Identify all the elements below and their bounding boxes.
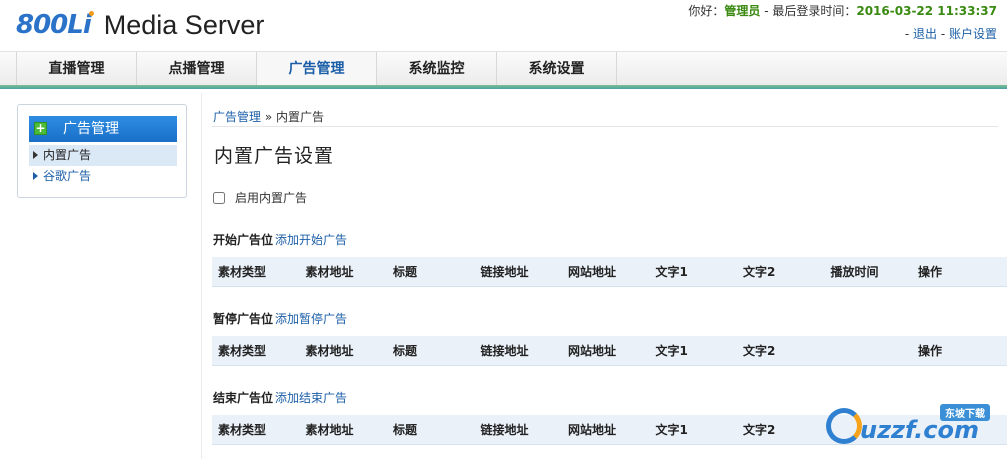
sidebar-title: 广告管理 <box>63 121 119 137</box>
breadcrumb-divider <box>212 126 998 127</box>
nav-monitor[interactable]: 系统监控 <box>377 52 497 86</box>
sidebar-item-label: 谷歌广告 <box>43 169 92 183</box>
col-header: 链接地址 <box>480 265 529 279</box>
add-pause-ad-link[interactable]: 添加暂停广告 <box>275 312 347 326</box>
col-header: 素材类型 <box>218 265 267 279</box>
link-dash-1: - <box>904 27 913 41</box>
nav-settings[interactable]: 系统设置 <box>497 52 617 86</box>
enable-checkbox[interactable] <box>213 191 225 204</box>
greeting-label: 你好： <box>688 4 725 18</box>
sidebar-item-label: 内置广告 <box>43 148 92 162</box>
section-end-ads: 结束广告位 添加结束广告 <box>213 389 347 406</box>
username: 管理员 <box>724 4 761 18</box>
col-header: 素材类型 <box>218 344 267 358</box>
col-header: 标题 <box>393 423 418 437</box>
col-header: 文字2 <box>743 265 776 279</box>
main-nav: 直播管理 点播管理 广告管理 系统监控 系统设置 <box>0 51 1007 86</box>
page-title: 内置广告设置 <box>214 145 335 167</box>
col-header: 素材地址 <box>305 265 354 279</box>
app-header: 800Li Media Server 你好：管理员 - 最后登录时间：2016-… <box>0 0 1007 50</box>
breadcrumb-sep: » <box>261 110 276 124</box>
col-header: 素材地址 <box>305 344 354 358</box>
section-label: 开始广告位 <box>213 233 274 247</box>
sidebar-item-builtin-ads[interactable]: 内置广告 <box>29 145 177 166</box>
nav-live[interactable]: 直播管理 <box>17 52 137 86</box>
nav-tabs: 直播管理 点播管理 广告管理 系统监控 系统设置 <box>16 52 617 86</box>
col-header: 文字1 <box>655 265 688 279</box>
col-header: 文字2 <box>743 423 776 437</box>
col-header: 网站地址 <box>568 265 617 279</box>
link-dash-2: - <box>940 27 949 41</box>
enable-builtin-ads[interactable]: 启用内置广告 <box>213 189 307 206</box>
breadcrumb-current: 内置广告 <box>276 110 325 124</box>
add-start-ad-link[interactable]: 添加开始广告 <box>275 233 347 247</box>
nav-vod[interactable]: 点播管理 <box>137 52 257 86</box>
sidebar: + 广告管理 内置广告 谷歌广告 <box>17 104 187 198</box>
logo-mark: 800Li <box>16 10 92 40</box>
col-header: 链接地址 <box>480 344 529 358</box>
add-end-ad-link[interactable]: 添加结束广告 <box>275 391 347 405</box>
watermark-logo: uzzf.com 东坡下载 <box>820 398 1000 448</box>
breadcrumb: 广告管理 » 内置广告 <box>213 108 324 125</box>
col-header: 链接地址 <box>480 423 529 437</box>
user-bar: 你好：管理员 - 最后登录时间：2016-03-22 11:33:37 - 退出… <box>688 2 997 43</box>
col-header: 标题 <box>393 265 418 279</box>
sidebar-item-google-ads[interactable]: 谷歌广告 <box>29 166 177 187</box>
col-header: 播放时间 <box>830 265 879 279</box>
nav-ads[interactable]: 广告管理 <box>257 52 377 86</box>
sidebar-header[interactable]: + 广告管理 <box>29 116 177 142</box>
user-links: - 退出 - 账户设置 <box>688 25 997 43</box>
col-header: 操作 <box>918 344 943 358</box>
col-header: 操作 <box>918 265 943 279</box>
col-header: 网站地址 <box>568 344 617 358</box>
last-login-time: 2016-03-22 11:33:37 <box>856 4 997 18</box>
col-header: 文字1 <box>655 423 688 437</box>
nav-divider <box>0 85 1007 89</box>
plus-icon: + <box>34 121 47 135</box>
caret-right-icon <box>33 151 38 159</box>
section-label: 暂停广告位 <box>213 312 274 326</box>
enable-label: 启用内置广告 <box>235 191 308 205</box>
table-header-pause: 素材类型 素材地址 标题 链接地址 网站地址 文字1 文字2 操作 <box>212 336 1007 366</box>
watermark-badge: 东坡下载 <box>940 404 990 421</box>
section-label: 结束广告位 <box>213 391 274 405</box>
col-header: 文字2 <box>743 344 776 358</box>
col-header: 文字1 <box>655 344 688 358</box>
logo-dot-icon <box>88 10 94 16</box>
account-settings-link[interactable]: 账户设置 <box>949 27 997 41</box>
col-header: 素材类型 <box>218 423 267 437</box>
col-header: 素材地址 <box>305 423 354 437</box>
app-title: Media Server <box>103 9 265 40</box>
logo: 800Li Media Server <box>16 9 265 41</box>
section-start-ads: 开始广告位 添加开始广告 <box>213 231 347 248</box>
watermark-circle-icon <box>826 408 862 444</box>
logout-link[interactable]: 退出 <box>913 27 937 41</box>
user-info: 你好：管理员 - 最后登录时间：2016-03-22 11:33:37 <box>688 2 997 20</box>
table-header-start: 素材类型 素材地址 标题 链接地址 网站地址 文字1 文字2 播放时间 操作 <box>212 257 1007 287</box>
col-header: 网站地址 <box>568 423 617 437</box>
breadcrumb-parent[interactable]: 广告管理 <box>213 110 261 124</box>
last-login-label: - 最后登录时间： <box>760 4 857 18</box>
section-pause-ads: 暂停广告位 添加暂停广告 <box>213 310 347 327</box>
caret-right-icon <box>33 172 38 180</box>
col-header: 标题 <box>393 344 418 358</box>
